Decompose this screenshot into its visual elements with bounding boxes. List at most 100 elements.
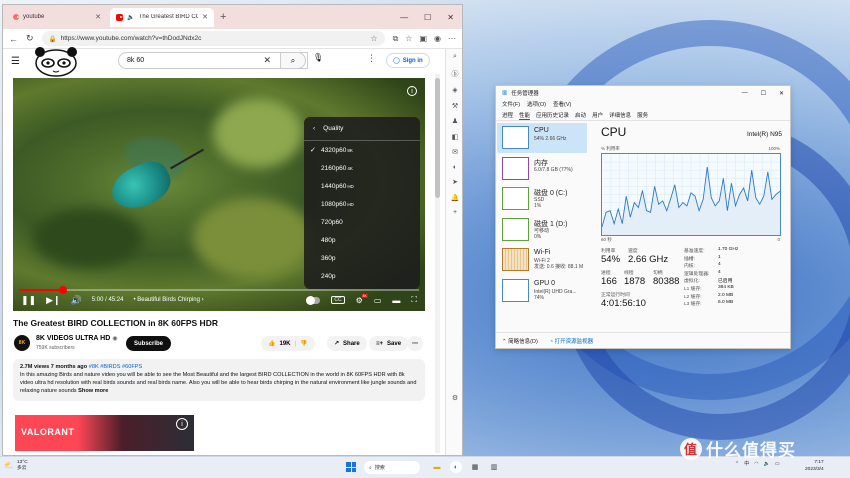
sign-in-button[interactable]: ◯ Sign in: [386, 53, 430, 68]
favorites-icon[interactable]: ☆: [405, 34, 412, 44]
quality-option[interactable]: ✓ 4320p60 8K: [304, 141, 420, 159]
ad-info-icon[interactable]: i: [176, 418, 188, 430]
quality-option[interactable]: 1080p60 HD: [304, 195, 420, 213]
games-icon[interactable]: ♟: [452, 117, 458, 125]
video-player[interactable]: i ‹ Quality ✓ 4320p60 8K 2160p60 4K 1440p60…: [13, 78, 425, 311]
tab-processes[interactable]: 进程: [502, 111, 513, 120]
back-icon[interactable]: ←: [9, 34, 18, 44]
tab-users[interactable]: 用户: [592, 111, 603, 120]
description-box[interactable]: 2.7M views 7 months ago #8K #BIRDS #60FP…: [13, 359, 425, 401]
add-icon[interactable]: +: [453, 209, 457, 216]
weather-widget[interactable]: ⛅ 13°C 多云: [4, 460, 28, 472]
resource-item[interactable]: 内存 6.0/7.8 GB (77%): [497, 154, 587, 184]
close-tab-icon[interactable]: ✕: [202, 13, 208, 21]
menu-dots-icon[interactable]: ⋯: [448, 34, 456, 44]
battery-icon[interactable]: ▭: [775, 461, 780, 467]
channel-name[interactable]: 8K VIDEOS ULTRA HD ◉: [36, 335, 118, 342]
minimize-icon[interactable]: —: [742, 90, 748, 97]
store-icon[interactable]: ▦: [469, 461, 481, 473]
quality-option[interactable]: 240p: [304, 268, 420, 286]
search-icon[interactable]: ⌕: [453, 53, 457, 61]
resource-item[interactable]: Wi-Fi Wi-Fi 2 发送: 0.6 接收: 88.1 M: [497, 245, 587, 275]
resource-item[interactable]: 磁盘 0 (C:) SSD 1%: [497, 184, 587, 214]
like-button[interactable]: 👍 19K | 👎: [261, 336, 315, 351]
outlook-icon[interactable]: ✉: [452, 148, 458, 156]
save-button[interactable]: ≡+ Save: [369, 336, 409, 351]
microphone-icon[interactable]: 🎙: [313, 53, 323, 62]
quality-menu-header[interactable]: ‹ Quality: [304, 117, 420, 141]
file-explorer-icon[interactable]: ▬: [431, 461, 443, 473]
subscribe-button[interactable]: Subscribe: [126, 336, 172, 351]
hashtags[interactable]: #8K #BIRDS #60FPS: [89, 364, 142, 370]
profile-icon[interactable]: ◉: [434, 34, 441, 44]
miniplayer-icon[interactable]: ▭: [374, 296, 382, 305]
theater-mode-icon[interactable]: ▬: [392, 296, 400, 305]
summary-toggle[interactable]: ⌃ 简略信息(D): [502, 337, 538, 345]
maximize-icon[interactable]: ☐: [424, 13, 431, 22]
favorite-star-icon[interactable]: ☆: [370, 34, 377, 43]
send-icon[interactable]: ➤: [452, 178, 458, 186]
valorant-ad-banner[interactable]: VALORANT i: [15, 415, 194, 451]
office-icon[interactable]: ◧: [452, 133, 459, 141]
speaker-icon[interactable]: 🔈: [764, 461, 770, 467]
clock[interactable]: 7:17 2023/3/4: [805, 459, 824, 473]
autoplay-toggle[interactable]: [306, 295, 321, 305]
resource-item[interactable]: GPU 0 Intel(R) UHD Gra... 74%: [497, 276, 587, 306]
pause-icon[interactable]: ❚❚: [21, 295, 36, 306]
sidebar-settings-icon[interactable]: ⚙: [452, 394, 458, 402]
collections-icon[interactable]: ▣: [419, 34, 427, 44]
tab-app-history[interactable]: 应用历史记录: [536, 111, 569, 120]
close-tab-icon[interactable]: ✕: [95, 13, 101, 21]
task-manager-taskbar-icon[interactable]: ▥: [488, 461, 500, 473]
tray-overflow-icon[interactable]: ⌃: [735, 461, 739, 467]
tab-startup[interactable]: 启动: [575, 111, 586, 120]
quality-option[interactable]: 480p: [304, 231, 420, 249]
show-more-link[interactable]: Show more: [78, 388, 108, 394]
wifi-icon[interactable]: ◠: [754, 461, 758, 467]
thumbs-down-icon[interactable]: 👎: [300, 340, 307, 347]
tab-video[interactable]: 🔈 The Greatest BIRD COLLECTI ✕: [110, 7, 214, 27]
minimize-icon[interactable]: —: [400, 13, 408, 22]
settings-gear-icon[interactable]: ⚙ 8K: [356, 293, 368, 305]
quality-option[interactable]: 2160p60 4K: [304, 159, 420, 177]
info-icon[interactable]: i: [407, 86, 417, 96]
more-actions-button[interactable]: ⋯: [407, 336, 423, 351]
drop-icon[interactable]: ◐: [453, 164, 457, 171]
menu-file[interactable]: 文件(F): [502, 100, 520, 111]
clear-search-icon[interactable]: ✕: [263, 55, 271, 66]
split-screen-icon[interactable]: ⧉: [393, 34, 399, 44]
tab-youtube[interactable]: youtube ✕: [7, 8, 107, 27]
tab-performance[interactable]: 性能: [519, 111, 531, 120]
fullscreen-icon[interactable]: ⛶: [411, 295, 417, 305]
share-button[interactable]: ↗ Share: [327, 336, 367, 351]
quality-option[interactable]: 1440p60 HD: [304, 177, 420, 195]
hamburger-menu-icon[interactable]: ☰: [11, 56, 20, 67]
bell-icon[interactable]: 🔔: [451, 194, 460, 202]
language-icon[interactable]: 中: [744, 460, 749, 467]
channel-avatar[interactable]: 8K: [14, 335, 30, 351]
refresh-icon[interactable]: ↻: [26, 33, 34, 44]
page-scrollbar[interactable]: [435, 74, 440, 453]
taskbar-search[interactable]: ⌕ 搜索: [364, 461, 420, 474]
tools-icon[interactable]: ⚒: [452, 102, 458, 110]
menu-options[interactable]: 选项(O): [527, 100, 546, 111]
maximize-icon[interactable]: ☐: [761, 90, 766, 97]
start-button[interactable]: [346, 462, 356, 472]
tag-icon[interactable]: ◈: [452, 86, 457, 94]
quality-option[interactable]: 720p60: [304, 213, 420, 231]
close-window-icon[interactable]: ✕: [447, 13, 454, 22]
volume-icon[interactable]: 🔊: [71, 295, 82, 306]
search-button[interactable]: ⌕: [280, 52, 306, 69]
quality-option[interactable]: 360p: [304, 250, 420, 268]
url-field[interactable]: 🔒 https://www.youtube.com/watch?v=thDodJ…: [41, 31, 385, 46]
more-options-icon[interactable]: ⋮: [367, 53, 376, 64]
edge-browser-icon[interactable]: ◐: [450, 461, 462, 473]
scrollbar-thumb[interactable]: [435, 78, 440, 198]
open-resource-monitor-link[interactable]: ◔ 打开资源监视器: [550, 337, 593, 345]
menu-view[interactable]: 查看(V): [553, 100, 571, 111]
speaker-icon[interactable]: 🔈: [127, 14, 134, 21]
subtitles-icon[interactable]: CC: [331, 296, 345, 304]
tab-services[interactable]: 服务: [637, 111, 648, 120]
new-tab-button[interactable]: +: [220, 11, 226, 23]
resource-item[interactable]: 磁盘 1 (D:) 可移动 0%: [497, 215, 587, 245]
